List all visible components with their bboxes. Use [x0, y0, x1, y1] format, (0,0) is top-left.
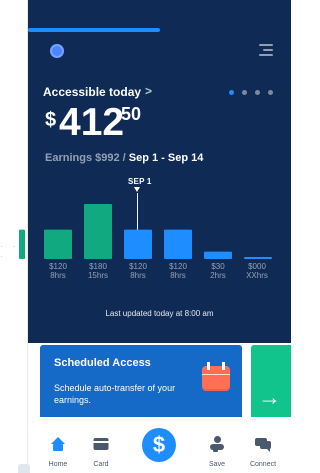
earnings-bar[interactable] — [204, 251, 232, 259]
nav-save-label: Save — [209, 461, 225, 468]
chart-hours-label: 2hrs — [210, 271, 226, 280]
earnings-range: Sep 1 - Sep 14 — [128, 152, 204, 164]
chart-amount-label: $120 — [169, 262, 187, 271]
earnings-bar[interactable] — [19, 229, 25, 259]
card-icon — [93, 438, 109, 450]
chart-amount-label: $000 — [248, 262, 266, 271]
side-handle[interactable] — [18, 464, 30, 473]
earnings-prefix: Earnings $992 / — [45, 152, 126, 164]
selected-bar[interactable] — [124, 229, 152, 259]
chart-hours-label: XXhrs — [246, 271, 268, 280]
scheduled-access-title: Scheduled Access — [54, 357, 151, 369]
bottom-navigation: Home Card $ Save Connect — [30, 420, 291, 473]
connect-icon — [255, 438, 271, 452]
chart-label: $180 15hrs — [83, 262, 113, 280]
chart-label: $120 8hrs — [123, 262, 153, 280]
chart-bottom-labels: $120 8hrs $180 15hrs $120 8hrs $120 8hrs $30 2hrs… — [28, 262, 291, 290]
pager-dot-1[interactable] — [229, 90, 234, 95]
calendar-icon — [202, 362, 230, 391]
nav-save[interactable]: Save — [195, 420, 239, 473]
chart-label: $120 8hrs — [163, 262, 193, 280]
chart-amount-label: $120 — [129, 262, 147, 271]
earnings-bar[interactable] — [84, 204, 112, 259]
scheduled-access-description: Schedule auto-transfer of your earnings. — [54, 383, 176, 405]
scheduled-access-card[interactable]: Scheduled Access Schedule auto-transfer … — [40, 345, 242, 417]
earnings-summary: Earnings $992 / Sep 1 - Sep 14 — [45, 152, 203, 164]
accessible-today-title: Accessible today — [43, 85, 142, 99]
chart-hours-label: 8hrs — [130, 271, 146, 280]
chart-hours-label: 8hrs — [50, 271, 66, 280]
earnings-bar[interactable] — [244, 257, 272, 259]
app-screen: · · · Accessible today > $ 412 50 Earnin… — [0, 0, 291, 473]
pager-dot-2[interactable] — [242, 90, 247, 95]
chart-amount-label: $180 — [89, 262, 107, 271]
amount-whole: 412 — [59, 101, 125, 144]
pager-dot-3[interactable] — [255, 90, 260, 95]
nav-home-label: Home — [48, 461, 68, 468]
arrow-right-icon[interactable]: → — [258, 386, 281, 409]
chevron-right-icon: > — [145, 84, 153, 98]
earnings-header — [28, 0, 291, 343]
nav-connect[interactable]: Connect — [241, 420, 285, 473]
last-updated-text: Last updated today at 8:00 am — [105, 309, 214, 318]
chart-hours-label: 8hrs — [170, 271, 186, 280]
dollar-button[interactable]: $ — [142, 428, 176, 462]
chart-amount-label: $30 — [211, 262, 225, 271]
accessible-today-row[interactable]: Accessible today > — [43, 84, 152, 100]
amount-cents: 50 — [121, 104, 142, 124]
nav-card[interactable]: Card — [79, 420, 123, 473]
nav-card-label: Card — [93, 461, 109, 468]
menu-icon[interactable] — [259, 44, 273, 56]
chart-label: $000 XXhrs — [242, 262, 272, 280]
earnings-bar[interactable] — [44, 229, 72, 259]
nav-connect-label: Connect — [249, 461, 277, 468]
nav-home[interactable]: Home — [36, 420, 80, 473]
pager-dots — [229, 90, 273, 95]
progress-bar — [28, 28, 160, 32]
profile-badge-icon[interactable] — [50, 44, 64, 58]
home-icon — [50, 437, 66, 451]
chart-amount-label: $120 — [49, 262, 67, 271]
earnings-bar[interactable] — [164, 229, 192, 259]
pager-dot-4[interactable] — [268, 90, 273, 95]
chart-hours-label: 15hrs — [87, 271, 108, 280]
chart-label: $120 8hrs — [43, 262, 73, 280]
chart-label: $30 2hrs — [203, 262, 233, 280]
save-icon — [209, 436, 225, 452]
amount-currency: $ — [45, 109, 57, 131]
